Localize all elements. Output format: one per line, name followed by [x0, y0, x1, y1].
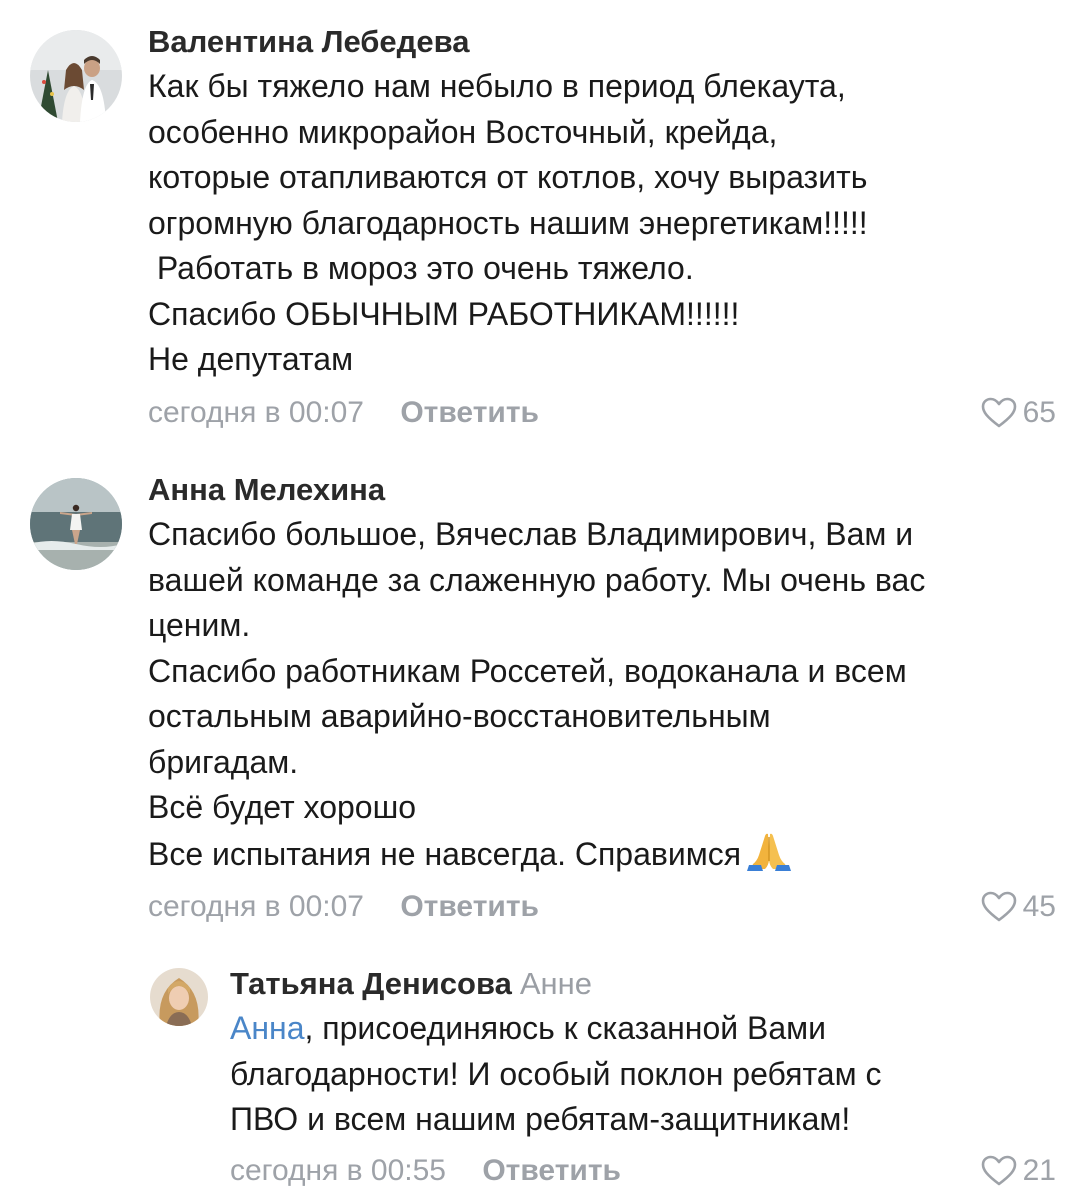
- text-line: Спасибо ОБЫЧНЫМ РАБОТНИКАМ!!!!!!: [148, 295, 740, 332]
- comment-text: Анна, присоединяюсь к сказанной Вами бла…: [230, 1006, 1056, 1143]
- heart-icon: [981, 1155, 1016, 1185]
- like-count: 65: [1022, 395, 1056, 429]
- text-line: которые отапливаются от котлов, хочу выр…: [148, 159, 868, 195]
- text-line: Анна, присоединяюсь к сказанной Вами: [230, 1006, 1056, 1052]
- heart-icon: [981, 891, 1016, 922]
- comment-meta: сегодня в 00:55 Ответить 21: [230, 1149, 1056, 1193]
- mention-link[interactable]: Анна: [230, 1010, 304, 1046]
- text-line: бригадам.: [148, 743, 299, 780]
- avatar-photo-woman: [150, 968, 208, 1026]
- avatar[interactable]: [30, 30, 122, 122]
- text-line-content: Все испытания не навсегда. Справимся: [148, 835, 742, 872]
- folded-hands-emoji: [747, 833, 792, 871]
- timestamp: сегодня в 00:07: [148, 890, 364, 923]
- like-button[interactable]: 45: [981, 885, 1056, 929]
- text-line: огромную благодарность нашим энергетикам…: [148, 204, 868, 241]
- text-line-content: , присоединяюсь к сказанной Вами: [304, 1010, 827, 1046]
- avatar-photo-couple: [30, 30, 122, 122]
- comment-meta: сегодня в 00:07 Ответить 65: [148, 391, 1056, 435]
- like-count: 21: [1022, 1153, 1056, 1187]
- text-line: Все испытания не навсегда. Справимся: [148, 831, 1056, 878]
- reply-button[interactable]: Ответить: [482, 1154, 621, 1187]
- text-line: ценим.: [148, 607, 251, 643]
- author-name[interactable]: Татьяна Денисова: [230, 966, 512, 1001]
- comment-text: Спасибо большое, Вячеслав Владимирович, …: [148, 512, 1056, 877]
- reply-to-label[interactable]: Анне: [520, 966, 592, 1001]
- like-button[interactable]: 65: [981, 391, 1056, 435]
- reply-button[interactable]: Ответить: [400, 396, 539, 429]
- like-button[interactable]: 21: [981, 1149, 1056, 1193]
- text-line: Спасибо работникам Россетей, водоканала …: [148, 652, 907, 689]
- text-line: вашей команде за слаженную работу. Мы оч…: [148, 561, 926, 598]
- comment-content: Валентина Лебедева Как бы тяжело нам неб…: [148, 22, 1056, 435]
- comment-meta: сегодня в 00:07 Ответить 45: [148, 885, 1056, 929]
- text-line: остальным аварийно-восстановительным: [148, 698, 771, 734]
- text-line: Спасибо большое, Вячеслав Владимирович, …: [148, 516, 914, 552]
- author-line: Татьяна Денисова Анне: [230, 964, 1056, 1004]
- timestamp: сегодня в 00:07: [148, 395, 364, 429]
- heart-icon: [981, 397, 1016, 427]
- timestamp: сегодня в 00:55: [230, 1153, 446, 1187]
- text-line: Всё будет хорошо: [148, 789, 417, 825]
- author-name[interactable]: Анна Мелехина: [148, 470, 1056, 510]
- comment-text: Как бы тяжело нам небыло в период блекау…: [148, 64, 1056, 383]
- text-line: ПВО и всем нашим ребятам-защитникам!: [230, 1101, 851, 1137]
- author-name[interactable]: Валентина Лебедева: [148, 22, 1056, 62]
- text-line: Не депутатам: [148, 341, 354, 377]
- avatar[interactable]: [150, 968, 208, 1026]
- avatar[interactable]: [30, 478, 122, 570]
- text-line: благодарности! И особый поклон ребятам с: [230, 1055, 882, 1092]
- text-line: Как бы тяжело нам небыло в период блекау…: [148, 68, 846, 104]
- avatar-photo-sea: [30, 478, 122, 570]
- text-line: особенно микрорайон Восточный, крейда,: [148, 113, 778, 150]
- comment-content: Анна Мелехина Спасибо большое, Вячеслав …: [148, 470, 1056, 929]
- reply-button[interactable]: Ответить: [400, 890, 539, 923]
- comment-content: Татьяна Денисова Анне Анна, присоединяюсь…: [230, 964, 1056, 1193]
- text-line: Работать в мороз это очень тяжело.: [148, 250, 694, 286]
- like-count: 45: [1022, 890, 1056, 923]
